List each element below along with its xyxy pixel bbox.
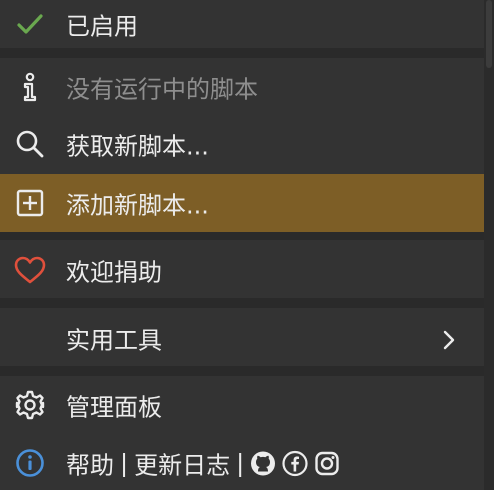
no-running-scripts-label: 没有运行中的脚本 [66,75,258,104]
dashboard-item[interactable]: 管理面板 [0,376,484,434]
enabled-label: 已启用 [66,12,138,41]
plus-square-icon [14,187,46,219]
separator [0,232,484,240]
info-circle-icon [14,447,46,479]
utilities-submenu[interactable]: 实用工具 [0,308,484,368]
heart-icon [14,254,46,286]
instagram-icon[interactable] [314,450,340,476]
donate-label: 欢迎捐助 [66,258,162,287]
check-icon [14,8,46,40]
info-icon [14,71,46,103]
search-icon [14,128,46,160]
no-running-scripts: 没有运行中的脚本 [0,60,484,114]
separator [0,366,484,376]
separator-pipe: | [120,449,129,477]
donate-item[interactable]: 欢迎捐助 [0,240,484,300]
github-icon[interactable] [250,450,276,476]
separator-pipe: | [236,449,245,477]
help-links: 帮助 | 更新日志 | [66,446,340,481]
gear-icon [14,389,46,421]
facebook-icon[interactable] [282,450,308,476]
separator [0,298,484,308]
enabled-toggle[interactable]: 已启用 [0,0,484,48]
scrollbar-thumb[interactable] [486,0,492,68]
add-new-script-label: 添加新脚本... [66,191,209,220]
help-row: 帮助 | 更新日志 | [0,436,484,490]
chevron-right-icon [442,328,456,350]
utilities-label: 实用工具 [66,326,162,355]
add-new-script-item[interactable]: 添加新脚本... [0,174,484,232]
tampermonkey-popup-menu: 已启用 没有运行中的脚本 获取新脚本... 添加新脚本... 欢迎捐助 实用工具 [0,0,484,490]
changelog-link[interactable]: 更新日志 [134,446,230,481]
dashboard-label: 管理面板 [66,393,162,422]
scrollbar-track[interactable] [484,0,494,490]
help-link[interactable]: 帮助 [66,446,114,481]
get-new-scripts-label: 获取新脚本... [66,132,209,161]
separator [0,48,484,58]
get-new-scripts-item[interactable]: 获取新脚本... [0,116,484,172]
